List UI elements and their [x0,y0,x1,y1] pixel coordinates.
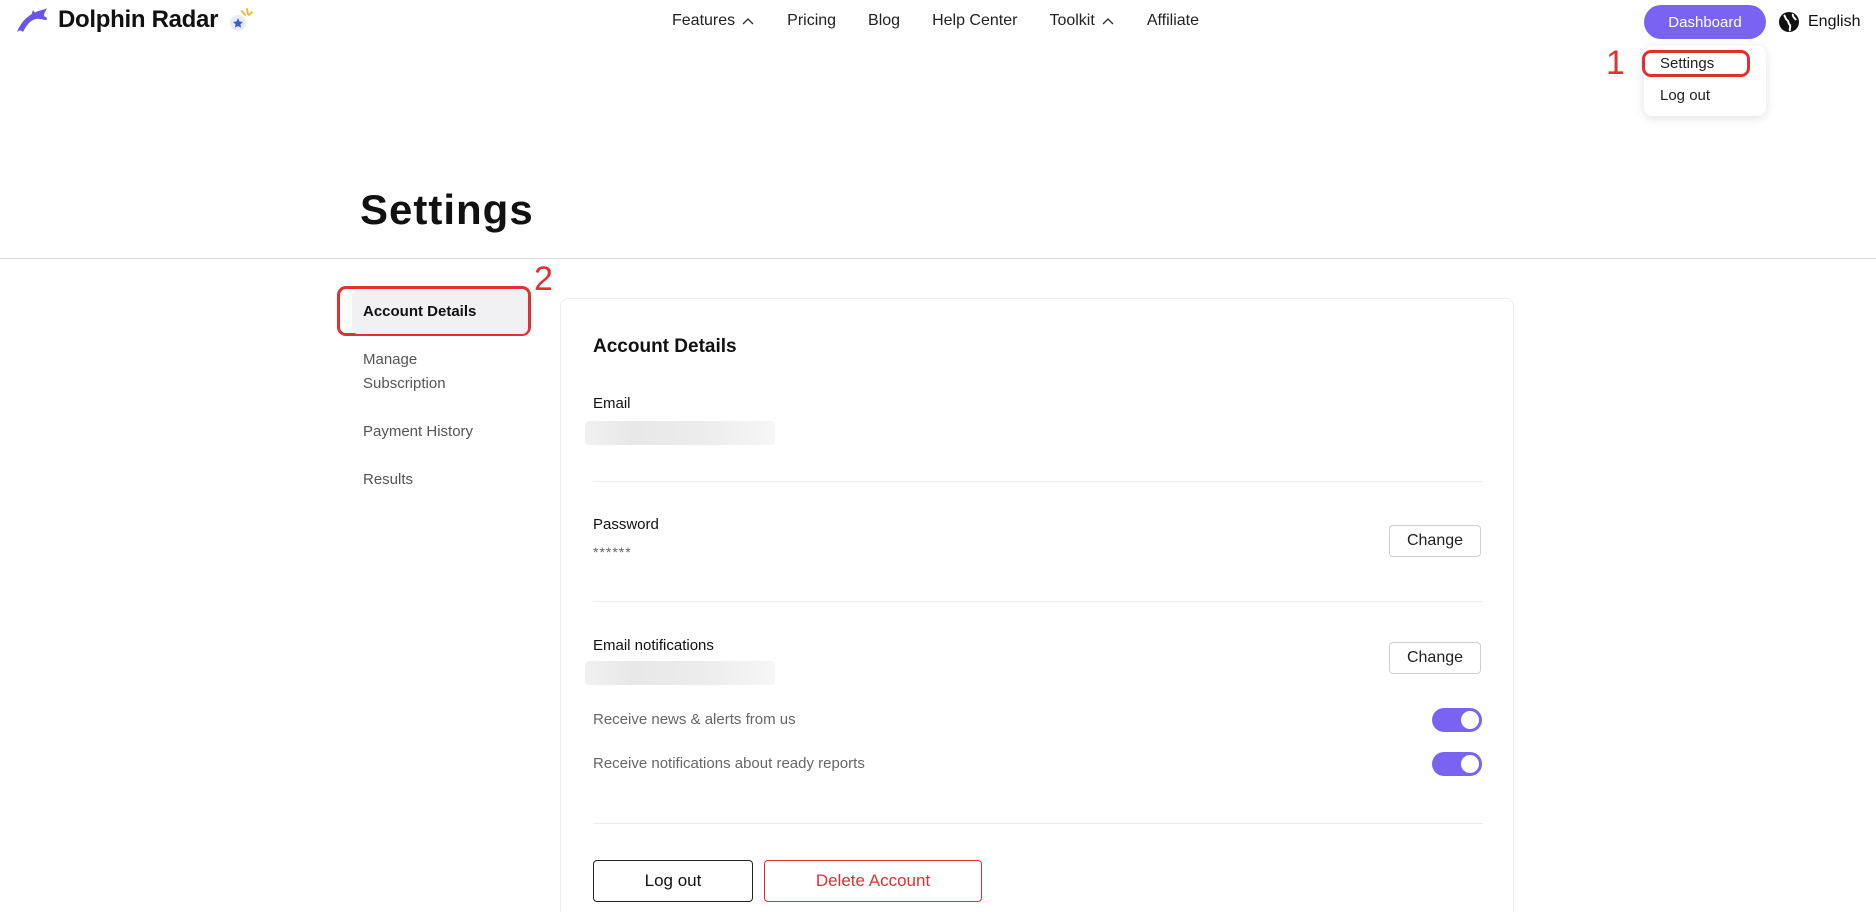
logout-button[interactable]: Log out [593,860,753,902]
nav-toolkit[interactable]: Toolkit [1049,12,1114,30]
account-details-card: Account Details Email Password ****** Ch… [560,298,1514,912]
email-value-redacted [585,421,775,445]
annotation-number-1: 1 [1606,44,1625,82]
password-label: Password [593,516,659,533]
change-password-button[interactable]: Change [1389,525,1481,557]
divider [593,823,1483,824]
nav-pricing[interactable]: Pricing [787,12,836,30]
annotation-number-2: 2 [534,260,553,298]
divider [593,481,1483,482]
password-value: ****** [593,544,632,560]
nav-blog[interactable]: Blog [868,12,900,30]
nav-help-center[interactable]: Help Center [932,12,1017,30]
notification-email-redacted [585,661,775,685]
divider [593,601,1483,602]
language-selector[interactable]: English [1778,11,1860,33]
brand[interactable]: Dolphin Radar [14,6,254,34]
dropdown-logout[interactable]: Log out [1660,87,1710,104]
main-nav: Features Pricing Blog Help Center Toolki… [672,12,1199,30]
news-alerts-toggle[interactable] [1432,708,1482,732]
title-divider [0,258,1876,259]
globe-icon [1779,12,1799,32]
email-label: Email [593,395,631,412]
email-notifications-label: Email notifications [593,637,714,654]
ready-reports-toggle[interactable] [1432,752,1482,776]
card-title: Account Details [593,336,737,357]
page-title: Settings [360,186,534,233]
sidebar-item-results[interactable]: Results [363,468,513,492]
language-label: English [1808,13,1861,30]
nav-affiliate[interactable]: Affiliate [1147,12,1199,30]
chevron-up-icon [1102,18,1114,25]
brand-name: Dolphin Radar [58,6,219,33]
dolphin-logo-icon [17,8,48,32]
top-header: Dolphin Radar Features Pricing Blog Help… [0,0,1876,44]
change-notifications-button[interactable]: Change [1389,642,1481,674]
toggle-knob [1461,755,1479,773]
chevron-up-icon [742,18,754,25]
sidebar-item-account-details[interactable]: Account Details [352,290,528,334]
delete-account-button[interactable]: Delete Account [764,860,982,902]
sidebar-item-manage-subscription[interactable]: Manage Subscription [363,348,453,396]
dashboard-button[interactable]: Dashboard [1644,5,1766,39]
toggle-knob [1461,711,1479,729]
sidebar-item-payment-history[interactable]: Payment History [363,420,513,444]
pref-news-label: Receive news & alerts from us [593,711,796,728]
nav-features[interactable]: Features [672,12,755,30]
star-badge-icon [230,8,254,31]
pref-reports-label: Receive notifications about ready report… [593,755,865,772]
annotation-box-1 [1642,50,1750,77]
